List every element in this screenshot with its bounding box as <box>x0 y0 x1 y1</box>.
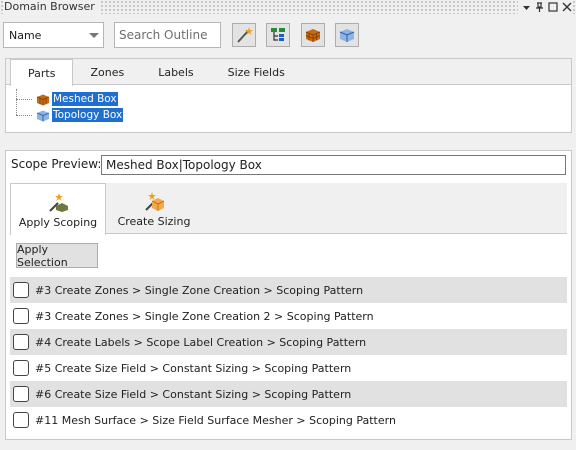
create-sizing-icon <box>145 192 165 211</box>
scope-preview-field: Meshed Box|Topology Box <box>101 155 566 175</box>
tab-create-sizing-label: Create Sizing <box>117 215 191 228</box>
apply-scoping-icon <box>49 193 68 212</box>
topology-box-icon <box>36 110 50 121</box>
row-checkbox[interactable] <box>13 308 29 324</box>
tab-zones[interactable]: Zones <box>73 59 141 85</box>
pin-icon[interactable] <box>535 1 544 13</box>
window-controls <box>518 0 572 14</box>
outline-toolbar: Name <box>0 14 576 54</box>
row-checkbox[interactable] <box>13 360 29 376</box>
outline-tabs: Parts Zones Labels Size Fields <box>10 59 302 86</box>
scope-row[interactable]: #6 Create Size Field > Constant Sizing >… <box>10 381 567 407</box>
row-checkbox[interactable] <box>13 412 29 428</box>
tab-create-sizing[interactable]: Create Sizing <box>110 183 198 234</box>
meshed-box-icon <box>36 94 50 105</box>
tab-size-fields[interactable]: Size Fields <box>211 59 302 85</box>
scope-row-label: #5 Create Size Field > Constant Sizing >… <box>35 361 352 375</box>
wand-icon <box>237 27 253 43</box>
dropdown-menu-icon[interactable] <box>522 3 531 12</box>
row-checkbox[interactable] <box>13 334 29 350</box>
chevron-down-icon <box>89 33 99 38</box>
row-checkbox[interactable] <box>13 386 29 402</box>
tree-item-label: Meshed Box <box>52 92 118 106</box>
maximize-icon[interactable] <box>548 2 558 12</box>
panel-titlebar: Domain Browser <box>0 0 576 14</box>
search-outline-input[interactable] <box>114 22 221 48</box>
filter-tree-icon <box>271 28 285 41</box>
close-icon[interactable] <box>562 2 572 12</box>
scope-row-label: #11 Mesh Surface > Size Field Surface Me… <box>35 413 396 427</box>
tab-labels[interactable]: Labels <box>141 59 210 85</box>
scope-row-label: #3 Create Zones > Single Zone Creation 2… <box>35 309 374 323</box>
tree-item-label: Topology Box <box>52 108 124 122</box>
tab-apply-scoping[interactable]: Apply Scoping <box>10 183 106 235</box>
scope-row-label: #6 Create Size Field > Constant Sizing >… <box>35 387 352 401</box>
tree-item-meshed-box[interactable]: Meshed Box <box>16 91 118 107</box>
tab-parts[interactable]: Parts <box>10 59 74 86</box>
scope-row[interactable]: #3 Create Zones > Single Zone Creation >… <box>10 277 567 303</box>
outline-panel: Parts Zones Labels Size Fields Meshed Bo… <box>5 58 572 133</box>
scope-row-label: #3 Create Zones > Single Zone Creation >… <box>35 283 364 297</box>
row-checkbox[interactable] <box>13 282 29 298</box>
scope-preview-label: Scope Preview: <box>11 157 102 171</box>
sort-by-select[interactable]: Name <box>3 22 104 48</box>
topology-box-icon <box>339 29 355 42</box>
tab-apply-scoping-label: Apply Scoping <box>18 216 98 229</box>
apply-selection-button[interactable]: Apply Selection <box>16 243 98 269</box>
scope-row-label: #4 Create Labels > Scope Label Creation … <box>35 335 367 349</box>
meshed-box-icon <box>305 29 321 42</box>
tree-item-topology-box[interactable]: Topology Box <box>16 107 124 123</box>
topology-box-button[interactable] <box>335 23 359 47</box>
wand-button[interactable] <box>232 23 256 47</box>
sort-by-value: Name <box>9 28 42 42</box>
filter-tree-button[interactable] <box>266 23 290 47</box>
panel-title: Domain Browser <box>4 0 101 14</box>
parts-tree: Meshed Box Topology Box <box>6 89 206 129</box>
scope-row[interactable]: #4 Create Labels > Scope Label Creation … <box>10 329 567 355</box>
scope-row[interactable]: #11 Mesh Surface > Size Field Surface Me… <box>10 407 567 433</box>
meshed-box-button[interactable] <box>301 23 325 47</box>
scope-row[interactable]: #5 Create Size Field > Constant Sizing >… <box>10 355 567 381</box>
scope-row[interactable]: #3 Create Zones > Single Zone Creation 2… <box>10 303 567 329</box>
